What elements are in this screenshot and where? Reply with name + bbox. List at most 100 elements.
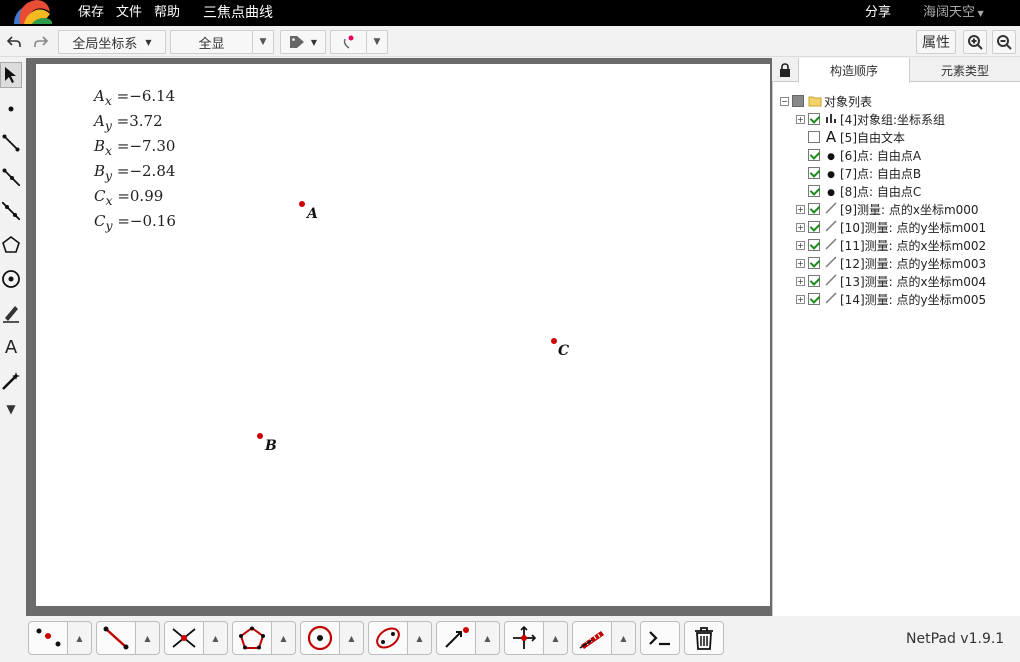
pen-tool[interactable]: [0, 300, 22, 326]
point-b-label[interactable]: B: [265, 438, 277, 454]
vector-tools-button[interactable]: [436, 621, 476, 655]
tree-item[interactable]: + [4]对象组:坐标系组: [796, 110, 945, 128]
user-menu[interactable]: 海阔天空 ▼: [923, 5, 984, 22]
tab-element-type[interactable]: 元素类型: [910, 58, 1020, 82]
tree-item[interactable]: A [5]自由文本: [796, 128, 905, 146]
drawing-canvas[interactable]: Ax =−6.14 Ay =3.72 Bx =−7.30 By =−2.84 C…: [36, 64, 770, 606]
show-all-button[interactable]: 全显: [170, 30, 252, 54]
redo-button[interactable]: [29, 30, 53, 54]
measure-cx[interactable]: Cx =0.99: [94, 187, 163, 208]
vector-tools-dropdown[interactable]: ▲: [476, 621, 500, 655]
visibility-checkbox[interactable]: [808, 149, 820, 161]
point-a[interactable]: [299, 201, 305, 207]
measure-sub: x: [105, 193, 113, 208]
tree-item[interactable]: + [9]测量: 点的x坐标m000: [796, 200, 979, 218]
undo-button[interactable]: [3, 30, 25, 54]
point-tools-button[interactable]: [28, 621, 68, 655]
coord-system-select[interactable]: 全局坐标系 ▼: [58, 30, 166, 54]
tab-construction-order[interactable]: 构造顺序: [798, 58, 910, 83]
visibility-checkbox[interactable]: [808, 167, 820, 179]
trace-button[interactable]: [330, 30, 366, 54]
line-tools-dropdown[interactable]: ▲: [136, 621, 160, 655]
visibility-checkbox[interactable]: [808, 239, 820, 251]
expand-icon[interactable]: +: [796, 294, 805, 304]
visibility-checkbox[interactable]: [808, 131, 820, 143]
command-line-button[interactable]: [640, 621, 680, 655]
line-tools-button[interactable]: [96, 621, 136, 655]
visibility-checkbox[interactable]: [808, 293, 820, 305]
visibility-checkbox[interactable]: [808, 275, 820, 287]
segment-tool[interactable]: [0, 130, 22, 156]
properties-button[interactable]: 属性: [916, 30, 956, 54]
circle-tool[interactable]: [0, 266, 22, 292]
tree-item[interactable]: ● [8]点: 自由点C: [796, 182, 921, 200]
expand-icon[interactable]: +: [796, 240, 805, 250]
tree-item[interactable]: + [12]测量: 点的y坐标m003: [796, 254, 986, 272]
tree-item[interactable]: + [13]测量: 点的x坐标m004: [796, 272, 986, 290]
measure-bx[interactable]: Bx =−7.30: [94, 137, 175, 158]
expand-icon[interactable]: +: [796, 114, 805, 124]
measure-tools-dropdown[interactable]: ▲: [612, 621, 636, 655]
conic-tools-button[interactable]: [368, 621, 408, 655]
tree-item[interactable]: + [14]测量: 点的y坐标m005: [796, 290, 986, 308]
tree-item[interactable]: ● [7]点: 自由点B: [796, 164, 921, 182]
menu-help[interactable]: 帮助: [154, 5, 180, 21]
point-a-label[interactable]: A: [307, 206, 318, 222]
measure-ax[interactable]: Ax =−6.14: [94, 87, 175, 108]
custom-tool[interactable]: [0, 368, 22, 394]
netpad-logo[interactable]: [12, 0, 54, 24]
menu-save[interactable]: 保存: [78, 5, 104, 21]
polygon-tools-dropdown[interactable]: ▲: [272, 621, 296, 655]
visibility-checkbox[interactable]: [808, 203, 820, 215]
menu-file[interactable]: 文件: [116, 5, 142, 21]
lock-button[interactable]: [772, 58, 798, 82]
expand-icon[interactable]: +: [796, 222, 805, 232]
circle-tools-button[interactable]: [300, 621, 340, 655]
tree-root[interactable]: − 对象列表: [780, 92, 872, 110]
text-tool[interactable]: A: [0, 334, 22, 360]
intersection-tools-button[interactable]: [164, 621, 204, 655]
zoom-in-button[interactable]: [963, 30, 987, 54]
point-b[interactable]: [257, 433, 263, 439]
select-tool[interactable]: [0, 62, 22, 88]
point-c-label[interactable]: C: [558, 343, 569, 359]
tree-item[interactable]: + [10]测量: 点的y坐标m001: [796, 218, 986, 236]
measure-cy[interactable]: Cy =−0.16: [94, 212, 176, 233]
conic-tools-dropdown[interactable]: ▲: [408, 621, 432, 655]
visibility-checkbox[interactable]: [808, 113, 820, 125]
point-c[interactable]: [551, 338, 557, 344]
transform-tools-dropdown[interactable]: ▲: [544, 621, 568, 655]
trace-dropdown[interactable]: ▼: [366, 30, 388, 54]
polygon-tool[interactable]: [0, 232, 22, 258]
point-tools-dropdown[interactable]: ▲: [68, 621, 92, 655]
expand-icon[interactable]: +: [796, 204, 805, 214]
tree-item-label: [4]对象组:坐标系组: [840, 112, 946, 127]
more-tools-button[interactable]: ▼: [0, 396, 22, 422]
transform-tools-button[interactable]: [504, 621, 544, 655]
collapse-icon[interactable]: −: [780, 96, 789, 106]
expand-icon[interactable]: +: [796, 258, 805, 268]
point-tool[interactable]: [0, 96, 22, 122]
line-tool[interactable]: [0, 198, 22, 224]
measure-tools-button[interactable]: [572, 621, 612, 655]
polygon-tools-button[interactable]: [232, 621, 272, 655]
expand-icon[interactable]: +: [796, 276, 805, 286]
circle-tools-dropdown[interactable]: ▲: [340, 621, 364, 655]
tree-item[interactable]: ● [6]点: 自由点A: [796, 146, 921, 164]
show-all-dropdown[interactable]: ▼: [252, 30, 274, 54]
partial-checkbox[interactable]: [792, 95, 804, 107]
visibility-checkbox[interactable]: [808, 221, 820, 233]
zoom-out-button[interactable]: [992, 30, 1016, 54]
measure-ay[interactable]: Ay =3.72: [94, 112, 163, 133]
delete-button[interactable]: [684, 621, 724, 655]
tree-item[interactable]: + [11]测量: 点的x坐标m002: [796, 236, 986, 254]
intersection-tools-dropdown[interactable]: ▲: [204, 621, 228, 655]
label-tag-button[interactable]: ▼: [280, 30, 326, 54]
measure-by[interactable]: By =−2.84: [94, 162, 175, 183]
visibility-checkbox[interactable]: [808, 185, 820, 197]
share-button[interactable]: 分享: [865, 5, 891, 21]
polygon-icon: [2, 236, 20, 253]
visibility-checkbox[interactable]: [808, 257, 820, 269]
properties-label: 属性: [922, 35, 950, 51]
ray-tool[interactable]: [0, 164, 22, 190]
